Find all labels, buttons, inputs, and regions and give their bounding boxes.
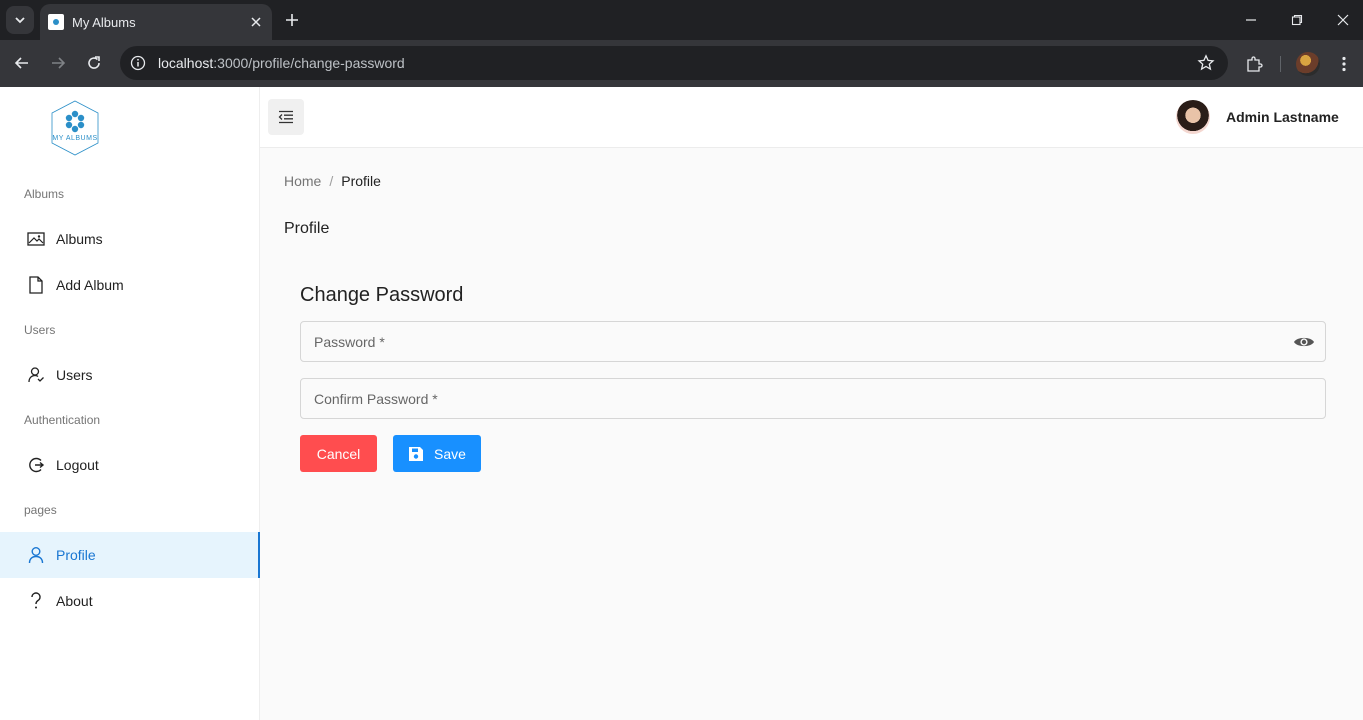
- reload-icon: [88, 56, 100, 69]
- tab-title: My Albums: [72, 14, 136, 30]
- page-title: Profile: [284, 220, 330, 237]
- sidebar-item-label: Add Album: [56, 277, 124, 293]
- new-tab-button[interactable]: [280, 8, 304, 32]
- logo-text: MY ALBUMS: [52, 135, 98, 142]
- sidebar-item-label: Users: [56, 367, 93, 383]
- chevron-down-icon: [15, 17, 25, 24]
- tab-search-button[interactable]: [6, 6, 34, 34]
- extensions-icon[interactable]: [1242, 52, 1266, 76]
- sidebar-item-label: Logout: [56, 457, 99, 473]
- sidebar-item-albums[interactable]: Albums: [0, 216, 260, 262]
- section-label-authentication: Authentication: [24, 413, 101, 427]
- restore-icon: [1291, 14, 1303, 26]
- sidebar-item-users[interactable]: Users: [0, 352, 260, 398]
- plus-icon: [286, 14, 298, 26]
- logo-icon: [51, 100, 99, 156]
- user-name[interactable]: Admin Lastname: [1226, 109, 1339, 125]
- section-label-pages: pages: [24, 503, 57, 517]
- minimize-button[interactable]: [1237, 6, 1265, 34]
- sidebar-item-profile[interactable]: Profile: [0, 532, 260, 578]
- browser-profile-avatar[interactable]: [1296, 52, 1320, 76]
- card-title: Change Password: [300, 284, 464, 306]
- section-label-users: Users: [24, 323, 56, 337]
- avatar[interactable]: [1176, 100, 1210, 134]
- close-window-button[interactable]: [1329, 6, 1357, 34]
- user-icon: [26, 545, 46, 565]
- browser-tab[interactable]: My Albums: [40, 4, 272, 40]
- image-icon: [26, 229, 46, 249]
- close-icon: [251, 17, 261, 27]
- toolbar-divider: [1280, 56, 1281, 72]
- site-info-icon[interactable]: [128, 53, 148, 73]
- tab-strip: My Albums: [0, 0, 1363, 40]
- menu-fold-icon: [278, 110, 293, 124]
- save-icon: [408, 446, 424, 462]
- sidebar-toggle-button[interactable]: [268, 99, 304, 135]
- address-bar[interactable]: localhost:3000/profile/change-password: [120, 46, 1228, 80]
- sidebar-item-label: Albums: [56, 231, 103, 247]
- save-button[interactable]: Save: [393, 435, 481, 472]
- url-text: localhost:3000/profile/change-password: [158, 55, 1194, 71]
- eye-icon[interactable]: [1291, 329, 1317, 355]
- sidebar-item-label: About: [56, 593, 93, 609]
- file-icon: [26, 275, 46, 295]
- breadcrumb-separator: /: [329, 173, 334, 189]
- arrow-right-icon: [52, 57, 66, 69]
- forward-button[interactable]: [43, 48, 73, 78]
- sidebar: MY ALBUMS Albums Albums Add Album Users …: [0, 87, 260, 720]
- breadcrumb: Home / Profile: [284, 173, 381, 189]
- sidebar-item-label: Profile: [56, 547, 96, 563]
- save-button-label: Save: [434, 445, 466, 462]
- back-button[interactable]: [7, 48, 37, 78]
- password-input[interactable]: [301, 322, 1291, 361]
- cancel-button[interactable]: Cancel: [300, 435, 377, 472]
- minimize-icon: [1246, 19, 1256, 21]
- bookmark-star-icon[interactable]: [1194, 51, 1218, 75]
- breadcrumb-current: Profile: [341, 173, 381, 189]
- kebab-menu-icon: [1342, 56, 1346, 72]
- users-icon: [26, 365, 46, 385]
- tab-close-button[interactable]: [246, 12, 266, 32]
- url-host: localhost: [158, 55, 214, 71]
- browser-menu-button[interactable]: [1334, 52, 1354, 76]
- question-icon: [26, 591, 46, 611]
- favicon-icon: [48, 14, 64, 30]
- url-path: :3000/profile/change-password: [213, 55, 405, 71]
- confirm-password-field: [300, 378, 1326, 419]
- sidebar-item-logout[interactable]: Logout: [0, 442, 260, 488]
- browser-toolbar: localhost:3000/profile/change-password: [0, 40, 1363, 87]
- section-label-albums: Albums: [24, 187, 65, 201]
- arrow-left-icon: [14, 57, 28, 69]
- app-header: Admin Lastname: [260, 87, 1363, 148]
- reload-button[interactable]: [79, 48, 109, 78]
- close-icon: [1337, 14, 1349, 26]
- sidebar-item-add-album[interactable]: Add Album: [0, 262, 260, 308]
- browser-chrome: My Albums localhost:3000/profile/change-…: [0, 0, 1363, 87]
- logout-icon: [26, 455, 46, 475]
- breadcrumb-home[interactable]: Home: [284, 173, 321, 189]
- confirm-password-input[interactable]: [301, 379, 1325, 418]
- password-field: [300, 321, 1326, 362]
- restore-button[interactable]: [1283, 6, 1311, 34]
- app-logo[interactable]: MY ALBUMS: [46, 99, 104, 157]
- sidebar-item-about[interactable]: About: [0, 578, 260, 624]
